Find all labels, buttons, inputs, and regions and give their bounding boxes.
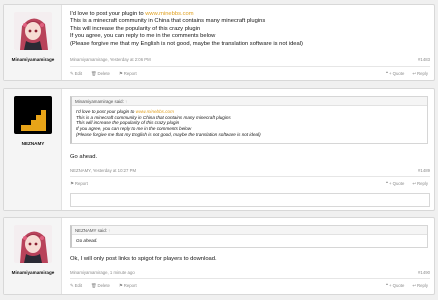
anime-avatar-icon: [14, 225, 52, 263]
user-cell: NEZNAMY: [4, 89, 62, 210]
username[interactable]: Minamiyamamirage: [4, 57, 62, 62]
message-text: Go ahead.: [70, 154, 98, 160]
message-body: Ok, I will only post links to spigot for…: [70, 256, 426, 263]
flag-icon: ⚑: [70, 181, 74, 186]
message-body: I'd love to post your plugin to www.mine…: [70, 11, 426, 48]
edit-button[interactable]: ✎Edit: [70, 283, 82, 289]
divider: [70, 66, 430, 67]
pixel-avatar-icon: [14, 96, 52, 134]
quote-block: Minamiyamamirage said: ↑ I'd love to pos…: [70, 96, 428, 144]
reply-button[interactable]: ↩Reply: [412, 71, 428, 77]
quote-button[interactable]: ❝+ Quote: [386, 181, 405, 187]
arrow-up-icon: ↑: [108, 228, 111, 233]
user-cell: Minamiyamamirage: [4, 218, 62, 294]
quote-icon: ❝: [385, 283, 388, 288]
quote-header[interactable]: NEZNAMY said: ↑: [72, 226, 427, 235]
trash-icon: 🗑: [91, 283, 97, 288]
message-body: Go ahead.: [70, 154, 426, 161]
quote-header[interactable]: Minamiyamamirage said: ↑: [72, 97, 427, 106]
flag-icon: ⚑: [118, 71, 123, 76]
delete-button[interactable]: 🗑Delete: [91, 71, 110, 77]
avatar[interactable]: [14, 12, 52, 50]
pencil-icon: ✎: [70, 283, 74, 288]
message-text: I'd love to post your plugin to www.mine…: [70, 11, 303, 47]
post-actions: ⚑Report: [70, 181, 88, 187]
quote-button[interactable]: ❝+ Quote: [386, 71, 405, 77]
quote-button[interactable]: ❝+ Quote: [386, 283, 405, 289]
report-button[interactable]: ⚑Report: [119, 71, 137, 77]
post-number[interactable]: #1490: [418, 270, 430, 275]
post-1490: Minamiyamamirage NEZNAMY said: ↑ Go ahea…: [3, 217, 435, 295]
user-cell: Minamiyamamirage: [4, 5, 62, 80]
reply-button[interactable]: ↩Reply: [412, 283, 428, 289]
quote-icon: ❝: [385, 181, 388, 186]
avatar[interactable]: [14, 96, 52, 134]
minebbs-link[interactable]: www.minebbs.com: [136, 109, 174, 114]
anime-avatar-icon: [14, 12, 52, 50]
reply-icon: ↩: [412, 283, 416, 288]
post-actions-right: ❝+ Quote ↩Reply: [386, 71, 428, 77]
post-actions: ✎Edit 🗑Delete ⚑Report: [70, 283, 137, 289]
post-meta[interactable]: Minamiyamamirage, Yesterday at 2:06 PM: [70, 57, 151, 62]
arrow-up-icon: ↑: [125, 99, 128, 104]
reply-icon: ↩: [412, 71, 416, 76]
post-1489: NEZNAMY Minamiyamamirage said: ↑ I'd lov…: [3, 88, 435, 211]
post-actions: ✎Edit 🗑Delete ⚑Report: [70, 71, 137, 77]
quote-body: Go ahead.: [76, 238, 98, 243]
trash-icon: 🗑: [91, 71, 97, 76]
post-meta[interactable]: Minamiyamamirage, 1 minute ago: [70, 270, 135, 275]
post-1483: Minamiyamamirage I'd love to post your p…: [3, 4, 435, 81]
report-button[interactable]: ⚑Report: [119, 283, 137, 289]
pencil-icon: ✎: [70, 71, 74, 76]
reply-button[interactable]: ↩Reply: [412, 181, 428, 187]
inline-reply-box[interactable]: [70, 193, 430, 207]
post-number[interactable]: #1489: [418, 168, 430, 173]
quote-icon: ❝: [385, 71, 388, 76]
flag-icon: ⚑: [118, 283, 123, 288]
post-actions-right: ❝+ Quote ↩Reply: [386, 181, 428, 187]
message-text: Ok, I will only post links to spigot for…: [70, 256, 217, 262]
username[interactable]: Minamiyamamirage: [4, 270, 62, 275]
avatar[interactable]: [14, 225, 52, 263]
post-meta[interactable]: NEZNAMY, Yesterday at 10:27 PM: [70, 168, 136, 173]
delete-button[interactable]: 🗑Delete: [91, 283, 110, 289]
report-button[interactable]: ⚑Report: [70, 181, 88, 187]
post-actions-right: ❝+ Quote ↩Reply: [386, 283, 428, 289]
quote-body: I'd love to post your plugin to www.mine…: [76, 109, 261, 137]
post-number[interactable]: #1483: [418, 57, 430, 62]
reply-icon: ↩: [412, 181, 416, 186]
divider: [70, 176, 430, 177]
edit-button[interactable]: ✎Edit: [70, 71, 82, 77]
quote-block: NEZNAMY said: ↑ Go ahead.: [70, 225, 428, 248]
username[interactable]: NEZNAMY: [4, 141, 62, 146]
minebbs-link[interactable]: www.minebbs.com: [145, 11, 193, 17]
divider: [70, 278, 430, 279]
